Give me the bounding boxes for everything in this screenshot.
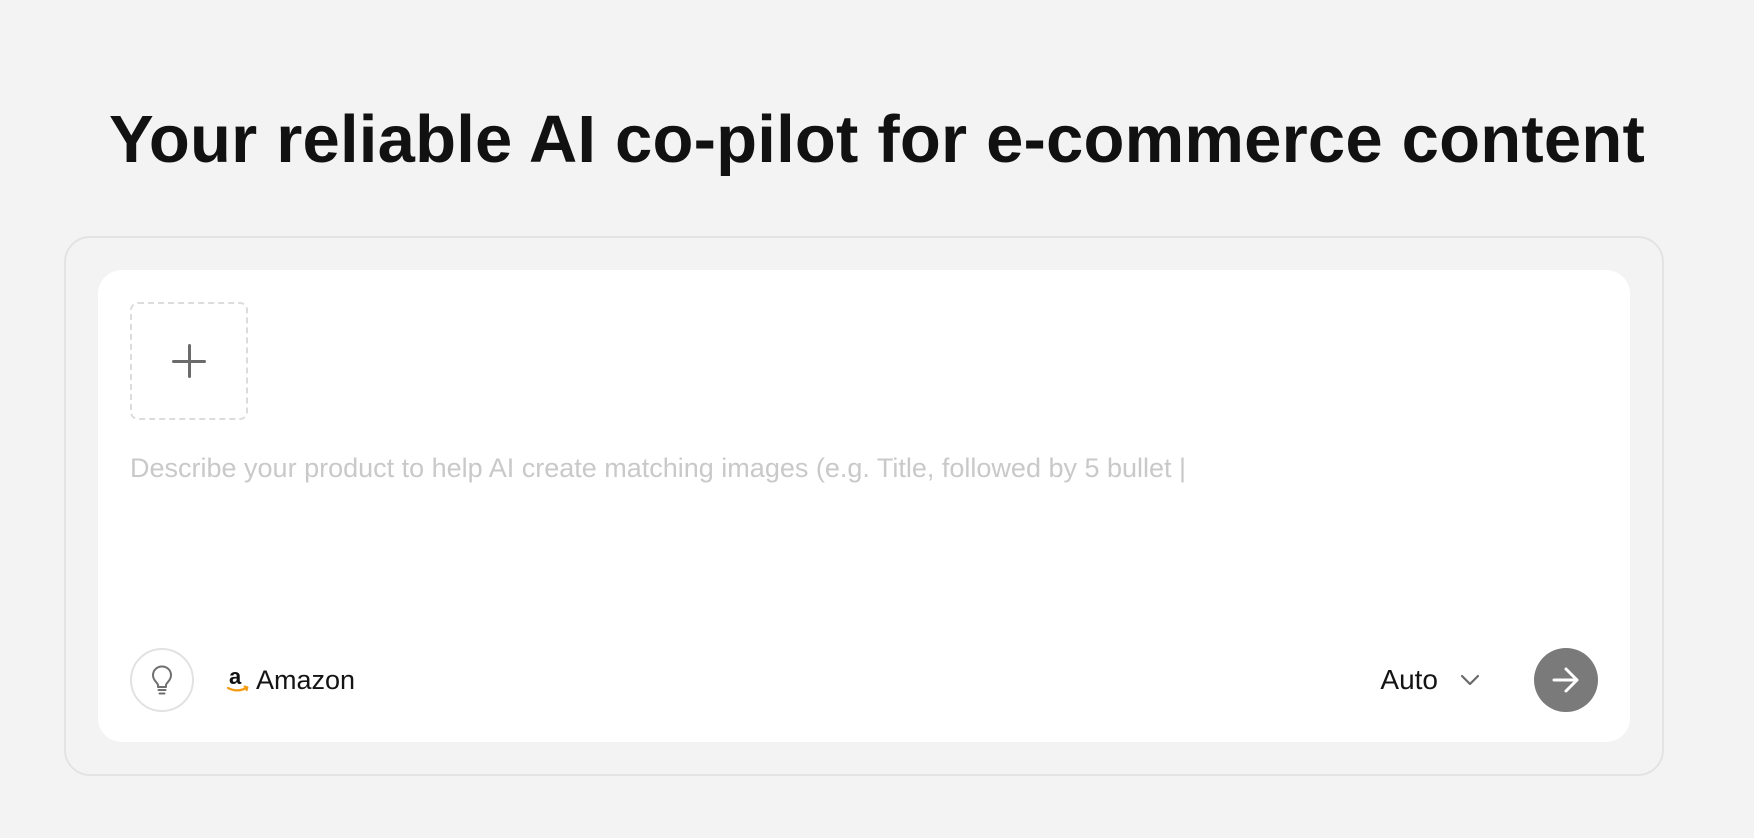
composer-card: a Amazon Auto — [64, 236, 1664, 776]
composer-toolbar: a Amazon Auto — [130, 648, 1598, 712]
send-button[interactable] — [1534, 648, 1598, 712]
lightbulb-icon — [149, 664, 175, 696]
mode-select[interactable]: Auto — [1380, 662, 1480, 698]
plus-icon — [172, 344, 206, 378]
arrow-right-icon — [1551, 666, 1581, 694]
upload-image-button[interactable] — [130, 302, 248, 420]
mode-label: Auto — [1380, 664, 1438, 695]
platform-select[interactable]: a Amazon — [226, 662, 355, 698]
page-title: Your reliable AI co-pilot for e-commerce… — [109, 102, 1645, 177]
page: Your reliable AI co-pilot for e-commerce… — [0, 0, 1754, 838]
product-description-input[interactable] — [130, 448, 1590, 588]
composer-panel: a Amazon Auto — [98, 270, 1630, 742]
svg-text:a: a — [229, 665, 242, 689]
idea-button[interactable] — [130, 648, 194, 712]
platform-label: Amazon — [256, 664, 356, 695]
amazon-logo-icon: a — [226, 665, 250, 695]
chevron-down-icon — [1460, 674, 1480, 686]
